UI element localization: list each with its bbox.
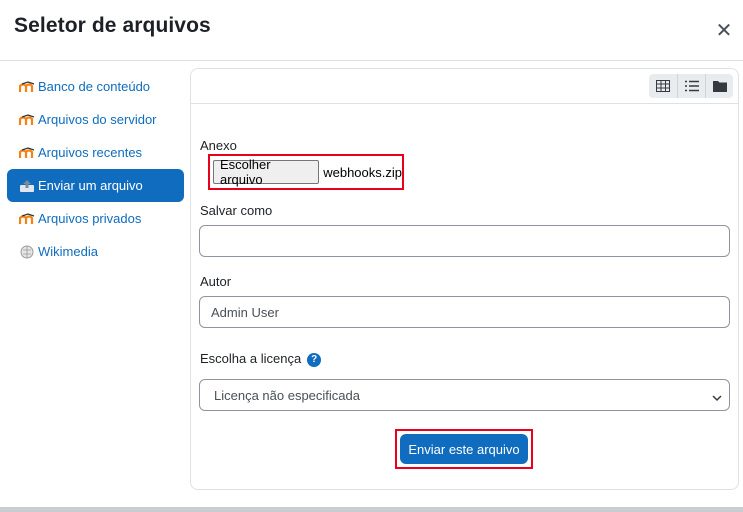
upload-icon [19, 178, 35, 194]
selected-file-name: webhooks.zip [323, 164, 402, 180]
sidebar-item-label: Arquivos do servidor [38, 112, 157, 127]
sidebar-item-wikimedia[interactable]: Wikimedia [7, 235, 184, 268]
sidebar-item-label: Arquivos recentes [38, 145, 143, 160]
author-input[interactable]: Admin User [199, 296, 730, 328]
moodle-icon [19, 145, 35, 161]
sidebar-item-content-bank[interactable]: Banco de conteúdo [7, 70, 184, 103]
license-select-value: Licença não especificada [214, 387, 360, 403]
moodle-icon [19, 79, 35, 95]
sidebar-item-server-files[interactable]: Arquivos do servidor [7, 103, 184, 136]
sidebar-item-label: Enviar um arquivo [38, 178, 143, 193]
view-toolbar [649, 74, 733, 98]
attachment-label: Anexo [200, 138, 237, 153]
dialog-header: Seletor de arquivos ✕ [0, 0, 743, 61]
sidebar-item-recent-files[interactable]: Arquivos recentes [7, 136, 184, 169]
close-icon[interactable]: ✕ [713, 20, 735, 42]
file-picker: Escolher arquivo webhooks.zip [208, 154, 404, 190]
upload-submit-button[interactable]: Enviar este arquivo [400, 434, 528, 464]
license-select[interactable]: Licença não especificada [199, 379, 730, 411]
upload-panel: Anexo Escolher arquivo webhooks.zip Salv… [190, 68, 739, 490]
sidebar-item-label: Arquivos privados [38, 211, 142, 226]
moodle-icon [19, 112, 35, 128]
save-as-input[interactable] [199, 225, 730, 257]
chevron-down-icon [712, 390, 722, 405]
wikimedia-icon [19, 244, 35, 260]
license-label-row: Escolha a licença? [200, 351, 322, 367]
sidebar-item-label: Banco de conteúdo [38, 79, 151, 94]
save-as-label: Salvar como [200, 203, 273, 218]
submit-highlight: Enviar este arquivo [395, 429, 533, 469]
grid-view-icon[interactable] [649, 74, 677, 98]
license-label: Escolha a licença [200, 351, 302, 366]
panel-divider [191, 103, 738, 104]
list-view-icon[interactable] [677, 74, 705, 98]
sidebar-item-upload-file[interactable]: Enviar um arquivo [7, 169, 184, 202]
moodle-icon [19, 211, 35, 227]
choose-file-button[interactable]: Escolher arquivo [213, 157, 320, 187]
sidebar-item-label: Wikimedia [38, 244, 98, 259]
repository-sidebar: Banco de conteúdo Arquivos do servidor A… [7, 70, 184, 268]
help-icon[interactable]: ? [307, 352, 322, 367]
author-label: Autor [200, 274, 232, 289]
folder-view-icon[interactable] [705, 74, 733, 98]
dialog-title: Seletor de arquivos [14, 14, 211, 37]
sidebar-item-private-files[interactable]: Arquivos privados [7, 202, 184, 235]
bottom-scrollbar [0, 507, 743, 512]
